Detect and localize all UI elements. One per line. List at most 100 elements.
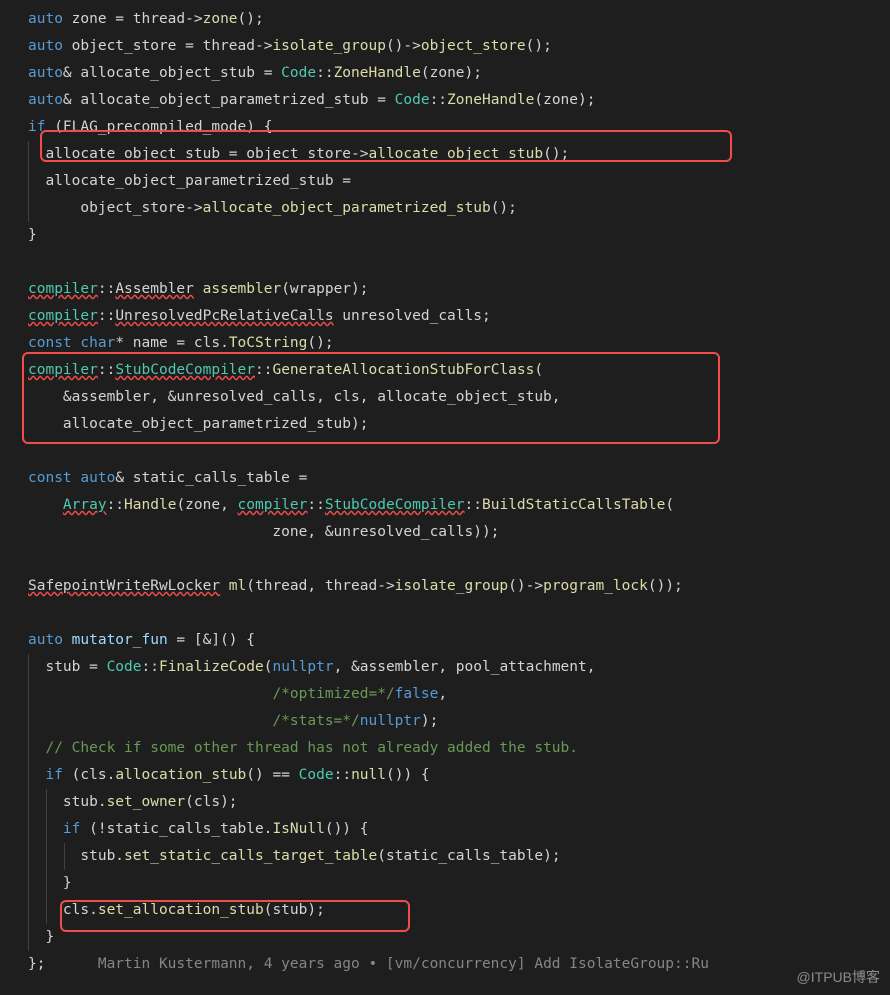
code-token: :: — [430, 92, 447, 108]
code-line[interactable]: auto zone = thread->zone(); — [28, 6, 890, 33]
code-token: stub = — [45, 659, 106, 675]
code-token: (cls); — [185, 794, 237, 810]
code-token: zone, &unresolved_calls)); — [28, 524, 499, 540]
code-token: program_lock — [543, 578, 648, 594]
code-token: char — [80, 335, 115, 351]
code-line[interactable]: allocate_object_stub = object_store->all… — [28, 141, 890, 168]
code-line[interactable]: const char* name = cls.ToCString(); — [28, 330, 890, 357]
code-line[interactable]: } — [28, 924, 890, 951]
code-line[interactable]: // Check if some other thread has not al… — [28, 735, 890, 762]
code-token: (zone, — [176, 497, 237, 513]
code-token: ml — [229, 578, 246, 594]
code-token: SafepointWriteRwLocker — [28, 578, 220, 594]
code-token: :: — [142, 659, 159, 675]
code-token: object_store — [421, 38, 526, 54]
code-token — [28, 497, 63, 513]
code-line[interactable]: stub.set_owner(cls); — [28, 789, 890, 816]
code-token: (); — [543, 146, 569, 162]
code-token: :: — [98, 308, 115, 324]
code-line[interactable]: }; Martin Kustermann, 4 years ago • [vm/… — [28, 951, 890, 978]
code-token: UnresolvedPcRelativeCalls — [115, 308, 333, 324]
code-token: Handle — [124, 497, 176, 513]
code-token: zone — [203, 11, 238, 27]
code-token: & static_calls_table = — [115, 470, 307, 486]
code-token: auto — [80, 470, 115, 486]
code-editor[interactable]: auto zone = thread->zone();auto object_s… — [0, 0, 890, 978]
code-line[interactable]: if (!static_calls_table.IsNull()) { — [28, 816, 890, 843]
code-token: Code — [395, 92, 430, 108]
code-token: :: — [98, 362, 115, 378]
code-line[interactable]: if (cls.allocation_stub() == Code::null(… — [28, 762, 890, 789]
code-line[interactable]: const auto& static_calls_table = — [28, 465, 890, 492]
code-line[interactable]: object_store->allocate_object_parametriz… — [28, 195, 890, 222]
code-token: /*optimized=*/ — [272, 686, 394, 702]
code-token: * name = cls. — [115, 335, 229, 351]
code-token: StubCodeCompiler — [325, 497, 465, 513]
code-line[interactable]: zone, &unresolved_calls)); — [28, 519, 890, 546]
code-line[interactable]: allocate_object_parametrized_stub); — [28, 411, 890, 438]
code-line[interactable]: if (FLAG_precompiled_mode) { — [28, 114, 890, 141]
code-line[interactable]: auto object_store = thread->isolate_grou… — [28, 33, 890, 60]
code-token: } — [45, 929, 54, 945]
code-token: (); — [526, 38, 552, 54]
code-line[interactable]: stub.set_static_calls_target_table(stati… — [28, 843, 890, 870]
code-line[interactable]: compiler::UnresolvedPcRelativeCalls unre… — [28, 303, 890, 330]
code-line[interactable]: /*stats=*/nullptr); — [28, 708, 890, 735]
code-token: GenerateAllocationStubForClass — [272, 362, 534, 378]
code-line[interactable] — [28, 438, 890, 465]
code-line[interactable]: compiler::Assembler assembler(wrapper); — [28, 276, 890, 303]
code-token: ToCString — [229, 335, 308, 351]
code-line[interactable] — [28, 249, 890, 276]
code-token: stub. — [80, 848, 124, 864]
code-token: & allocate_object_parametrized_stub = — [63, 92, 395, 108]
code-token: compiler — [238, 497, 308, 513]
code-token: if — [63, 821, 80, 837]
code-line[interactable]: /*optimized=*/false, — [28, 681, 890, 708]
code-token: auto — [28, 11, 63, 27]
code-line[interactable]: Array::Handle(zone, compiler::StubCodeCo… — [28, 492, 890, 519]
code-token — [220, 578, 229, 594]
codelens-annotation[interactable]: Martin Kustermann, 4 years ago • [vm/con… — [45, 956, 708, 972]
code-token: compiler — [28, 362, 98, 378]
code-token: Assembler — [115, 281, 194, 297]
code-token: BuildStaticCallsTable — [482, 497, 665, 513]
code-token — [63, 632, 72, 648]
code-token: (stub); — [264, 902, 325, 918]
code-line[interactable]: stub = Code::FinalizeCode(nullptr, &asse… — [28, 654, 890, 681]
code-token: &assembler, &unresolved_calls, cls, allo… — [28, 389, 561, 405]
code-line[interactable]: &assembler, &unresolved_calls, cls, allo… — [28, 384, 890, 411]
code-token: (); — [238, 11, 264, 27]
code-token: (); — [491, 200, 517, 216]
code-line[interactable] — [28, 546, 890, 573]
code-token: // Check if some other thread has not al… — [45, 740, 578, 756]
code-line[interactable]: auto mutator_fun = [&]() { — [28, 627, 890, 654]
code-token: const — [28, 335, 72, 351]
watermark-text: @ITPUB博客 — [797, 964, 880, 991]
code-token: Array — [63, 497, 107, 513]
code-token: & allocate_object_stub = — [63, 65, 281, 81]
code-token: null — [351, 767, 386, 783]
code-line[interactable]: compiler::StubCodeCompiler::GenerateAllo… — [28, 357, 890, 384]
code-token: stub. — [63, 794, 107, 810]
code-token: (); — [307, 335, 333, 351]
code-token: set_static_calls_target_table — [124, 848, 377, 864]
code-token: zone = thread-> — [63, 11, 203, 27]
code-line[interactable]: SafepointWriteRwLocker ml(thread, thread… — [28, 573, 890, 600]
code-token: assembler — [203, 281, 282, 297]
code-line[interactable]: auto& allocate_object_parametrized_stub … — [28, 87, 890, 114]
code-token: :: — [307, 497, 324, 513]
code-token: = [&]() { — [168, 632, 255, 648]
code-line[interactable] — [28, 600, 890, 627]
code-line[interactable]: allocate_object_parametrized_stub = — [28, 168, 890, 195]
code-token: if — [28, 119, 45, 135]
code-line[interactable]: auto& allocate_object_stub = Code::ZoneH… — [28, 60, 890, 87]
code-token: ()); — [648, 578, 683, 594]
code-token: :: — [465, 497, 482, 513]
code-token: allocate_object_stub — [368, 146, 543, 162]
code-token: object_store-> — [45, 200, 202, 216]
code-line[interactable]: cls.set_allocation_stub(stub); — [28, 897, 890, 924]
code-token: ( — [665, 497, 674, 513]
code-line[interactable]: } — [28, 222, 890, 249]
code-token: (thread, thread-> — [246, 578, 394, 594]
code-line[interactable]: } — [28, 870, 890, 897]
